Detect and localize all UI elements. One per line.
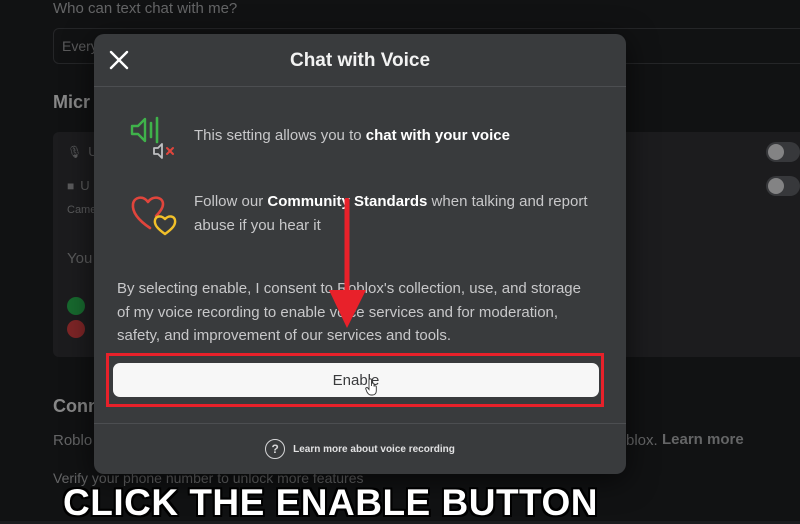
learn-more-voice-recording[interactable]: ? Learn more about voice recording xyxy=(94,439,626,459)
tutorial-caption: CLICK THE ENABLE BUTTON xyxy=(63,482,598,523)
standards-info-text: Follow our Community Standards when talk… xyxy=(194,190,600,238)
modal-title: Chat with Voice xyxy=(289,50,431,71)
learn-more-voice-label: Learn more about voice recording xyxy=(293,443,455,455)
voice-speaker-icon xyxy=(130,116,174,159)
enable-highlight-box xyxy=(106,353,604,407)
hearts-icon xyxy=(131,196,177,236)
standards-prefix: Follow our xyxy=(194,193,268,210)
voice-info-prefix: This setting allows you to xyxy=(194,127,366,144)
modal-header: Chat with Voice xyxy=(94,34,626,86)
voice-info-text: This setting allows you to chat with you… xyxy=(194,124,510,148)
voice-info-bold: chat with your voice xyxy=(365,127,510,144)
header-divider xyxy=(94,86,626,87)
hand-cursor-icon xyxy=(365,378,377,396)
question-circle-icon: ? xyxy=(265,439,286,459)
red-arrow-annotation xyxy=(329,198,366,328)
footer-divider xyxy=(94,423,626,424)
